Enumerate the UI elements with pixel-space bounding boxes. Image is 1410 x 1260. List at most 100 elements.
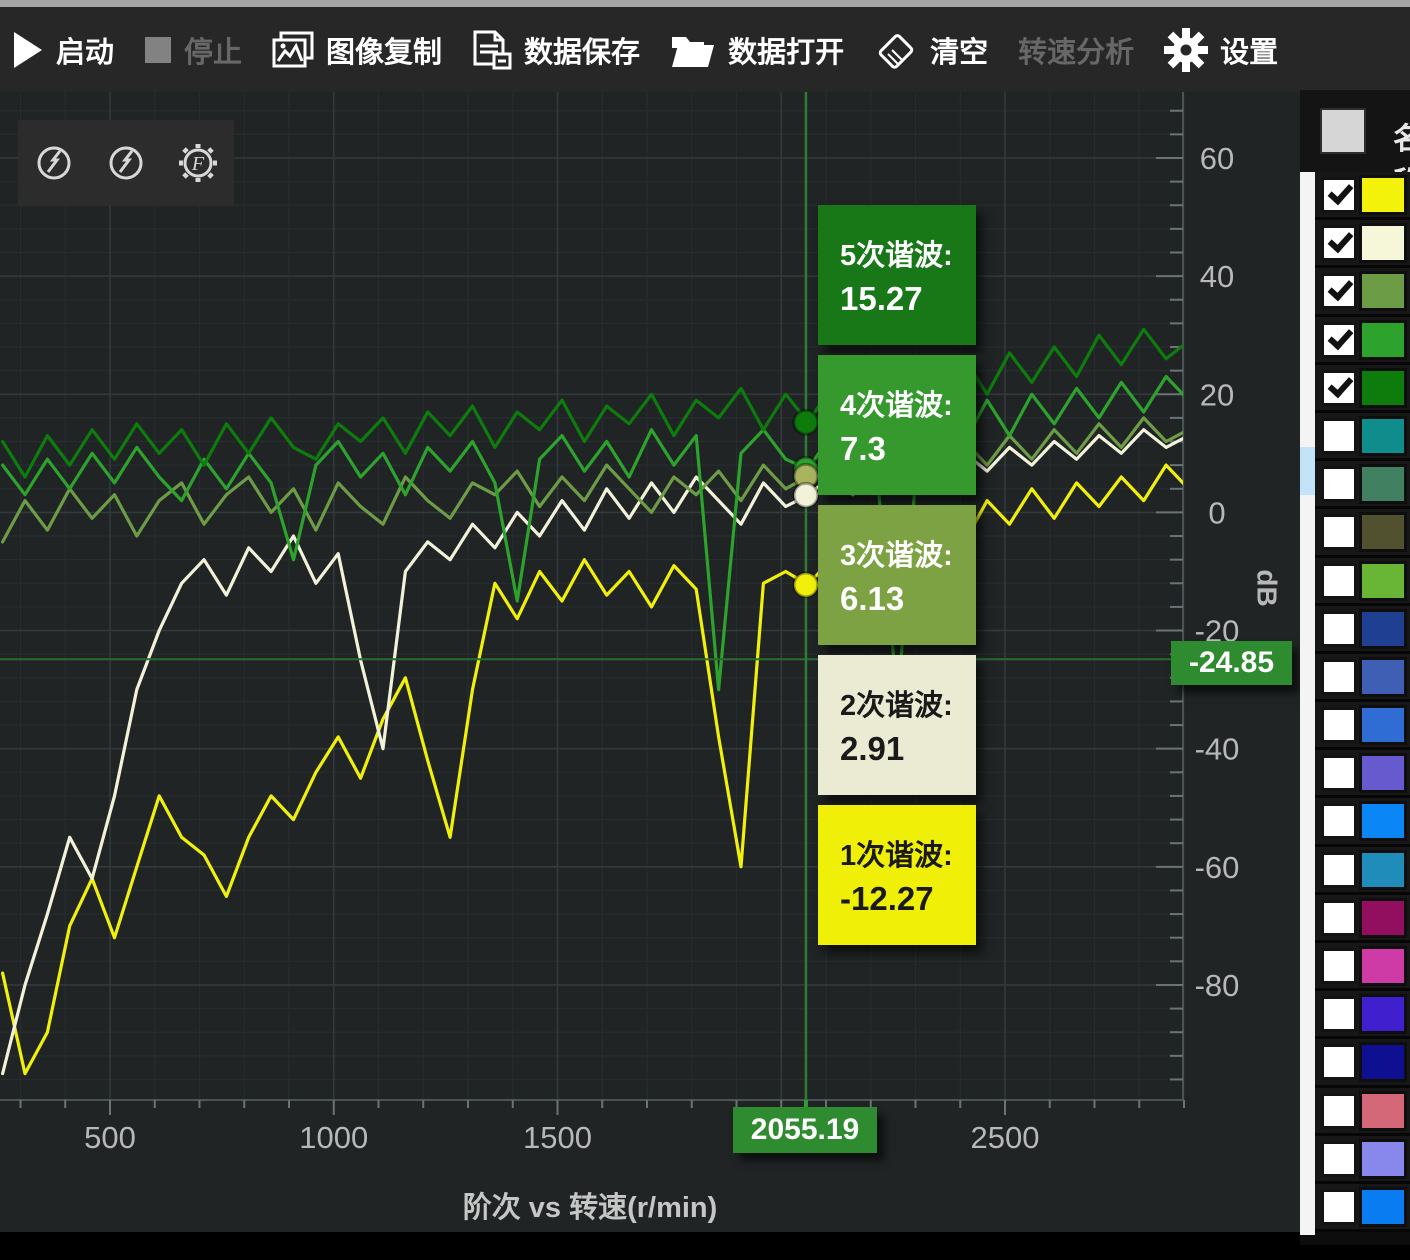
series-visibility-checkbox[interactable] xyxy=(1321,225,1357,261)
legend-row xyxy=(1315,268,1410,316)
series-color-swatch[interactable] xyxy=(1359,994,1407,1034)
svg-text:-80: -80 xyxy=(1195,968,1240,1003)
stop-button[interactable]: 停止 xyxy=(144,29,242,71)
legend-rows xyxy=(1315,172,1410,1232)
series-color-swatch[interactable] xyxy=(1359,512,1407,552)
series-color-swatch[interactable] xyxy=(1359,561,1407,601)
legend-row xyxy=(1315,895,1410,943)
cursor-tool-2-button[interactable] xyxy=(102,139,150,187)
legend-row xyxy=(1315,991,1410,1039)
x-axis-title: 阶次 vs 转速(r/min) xyxy=(400,1184,780,1226)
series-color-swatch[interactable] xyxy=(1359,801,1407,841)
series-visibility-checkbox[interactable] xyxy=(1321,563,1357,599)
legend-row xyxy=(1315,220,1410,268)
legend-row xyxy=(1315,413,1410,461)
legend-row xyxy=(1315,1039,1410,1087)
image-copy-icon xyxy=(272,31,314,69)
image-copy-button[interactable]: 图像复制 xyxy=(272,29,442,71)
series-visibility-checkbox[interactable] xyxy=(1321,273,1357,309)
legend-row xyxy=(1315,558,1410,606)
data-open-button[interactable]: 数据打开 xyxy=(670,29,844,71)
series-visibility-checkbox[interactable] xyxy=(1321,418,1357,454)
series-color-swatch[interactable] xyxy=(1359,609,1407,649)
tooltip-harmonic-5: 5次谐波: 15.27 xyxy=(818,205,976,345)
svg-text:60: 60 xyxy=(1200,141,1234,176)
series-color-swatch[interactable] xyxy=(1359,1187,1407,1227)
cursor-tool-1-button[interactable] xyxy=(30,139,78,187)
gear-f-button[interactable]: F xyxy=(174,139,222,187)
series-color-swatch[interactable] xyxy=(1359,1042,1407,1082)
svg-text:F: F xyxy=(191,153,205,175)
legend-row xyxy=(1315,317,1410,365)
series-visibility-checkbox[interactable] xyxy=(1321,852,1357,888)
series-color-swatch[interactable] xyxy=(1359,416,1407,456)
series-color-swatch[interactable] xyxy=(1359,464,1407,504)
series-color-swatch[interactable] xyxy=(1359,753,1407,793)
series-color-swatch[interactable] xyxy=(1359,223,1407,263)
cursor-x-value-badge: 2055.19 xyxy=(733,1107,877,1153)
settings-button[interactable]: 设置 xyxy=(1164,28,1278,72)
data-save-button[interactable]: 数据保存 xyxy=(472,29,640,71)
tooltip-harmonic-3: 3次谐波: 6.13 xyxy=(818,505,976,645)
data-open-icon xyxy=(670,31,716,69)
series-visibility-checkbox[interactable] xyxy=(1321,707,1357,743)
series-color-swatch[interactable] xyxy=(1359,1091,1407,1131)
series-color-swatch[interactable] xyxy=(1359,898,1407,938)
eraser-icon xyxy=(874,28,918,72)
svg-text:-40: -40 xyxy=(1195,732,1240,767)
clear-button[interactable]: 清空 xyxy=(874,28,988,72)
cursor-y-value-badge: -24.85 xyxy=(1171,641,1292,685)
series-color-swatch[interactable] xyxy=(1359,1139,1407,1179)
chart-svg[interactable]: 50010001500200025006040200-20-40-60-80 xyxy=(0,92,1300,1232)
series-visibility-checkbox[interactable] xyxy=(1321,322,1357,358)
svg-text:500: 500 xyxy=(84,1120,136,1155)
gear-icon xyxy=(1164,28,1208,72)
series-color-swatch[interactable] xyxy=(1359,657,1407,697)
series-visibility-checkbox[interactable] xyxy=(1321,1093,1357,1129)
series-color-swatch[interactable] xyxy=(1359,368,1407,408)
series-visibility-checkbox[interactable] xyxy=(1321,466,1357,502)
tooltip-harmonic-1: 1次谐波: -12.27 xyxy=(818,805,976,945)
series-color-swatch[interactable] xyxy=(1359,850,1407,890)
series-visibility-checkbox[interactable] xyxy=(1321,370,1357,406)
tooltip-harmonic-4: 4次谐波: 7.3 xyxy=(818,355,976,495)
series-visibility-checkbox[interactable] xyxy=(1321,659,1357,695)
svg-text:20: 20 xyxy=(1200,377,1234,412)
svg-text:2500: 2500 xyxy=(971,1120,1040,1155)
series-visibility-checkbox[interactable] xyxy=(1321,755,1357,791)
series-color-swatch[interactable] xyxy=(1359,175,1407,215)
bottom-band xyxy=(0,1232,1300,1260)
legend-row xyxy=(1315,702,1410,750)
series-visibility-checkbox[interactable] xyxy=(1321,996,1357,1032)
svg-text:1000: 1000 xyxy=(299,1120,368,1155)
series-color-swatch[interactable] xyxy=(1359,271,1407,311)
legend-row xyxy=(1315,1184,1410,1232)
legend-scrollbar[interactable] xyxy=(1300,172,1315,1235)
series-visibility-checkbox[interactable] xyxy=(1321,948,1357,984)
series-visibility-checkbox[interactable] xyxy=(1321,177,1357,213)
legend-row xyxy=(1315,172,1410,220)
svg-text:1500: 1500 xyxy=(523,1120,592,1155)
speed-analysis-button[interactable]: 转速分析 xyxy=(1018,29,1134,71)
toolbar: 启动 停止 图像复制 xyxy=(0,7,1410,92)
select-all-checkbox[interactable] xyxy=(1320,108,1366,154)
play-icon xyxy=(12,31,44,69)
series-visibility-checkbox[interactable] xyxy=(1321,1141,1357,1177)
series-visibility-checkbox[interactable] xyxy=(1321,803,1357,839)
y-axis-title: dB xyxy=(1251,569,1283,606)
legend-row xyxy=(1315,943,1410,991)
window-top-strip xyxy=(0,0,1410,7)
chart-toolbar-overlay: F xyxy=(18,120,234,206)
app-window: 启动 停止 图像复制 xyxy=(0,0,1410,1260)
series-color-swatch[interactable] xyxy=(1359,705,1407,745)
series-visibility-checkbox[interactable] xyxy=(1321,1189,1357,1225)
series-visibility-checkbox[interactable] xyxy=(1321,611,1357,647)
series-visibility-checkbox[interactable] xyxy=(1321,1044,1357,1080)
series-color-swatch[interactable] xyxy=(1359,320,1407,360)
start-button[interactable]: 启动 xyxy=(12,29,114,71)
series-visibility-checkbox[interactable] xyxy=(1321,514,1357,550)
series-color-swatch[interactable] xyxy=(1359,946,1407,986)
legend-row xyxy=(1315,509,1410,557)
series-visibility-checkbox[interactable] xyxy=(1321,900,1357,936)
data-save-icon xyxy=(472,30,512,70)
